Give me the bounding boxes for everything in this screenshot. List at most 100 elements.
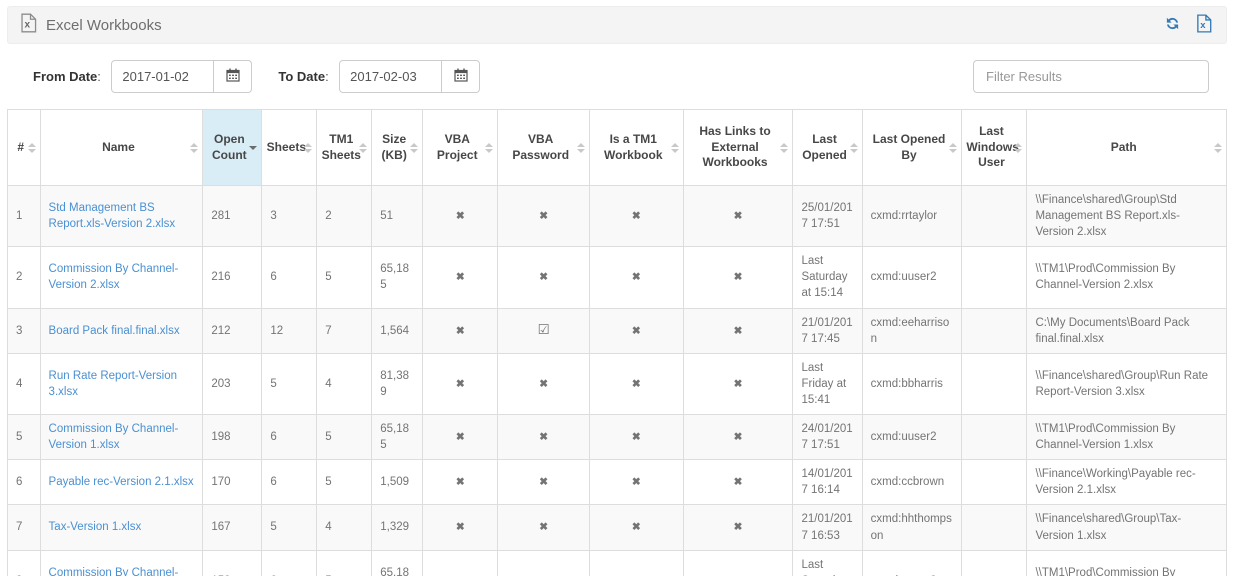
col-header-sheets[interactable]: Sheets	[262, 110, 317, 186]
cell-is_tm1_workbook: ✖	[589, 505, 683, 550]
col-header-open_count[interactable]: Open Count	[203, 110, 262, 186]
col-label-sheets: Sheets	[267, 140, 306, 154]
cell-num: 5	[8, 415, 41, 460]
cell-last_windows_user	[962, 353, 1027, 414]
cell-sheets: 12	[262, 308, 317, 353]
col-header-path[interactable]: Path	[1027, 110, 1227, 186]
col-label-name: Name	[102, 140, 135, 154]
x-mark-icon: ✖	[456, 325, 465, 337]
to-date-input[interactable]	[339, 60, 442, 93]
from-date-label: From Date:	[33, 69, 101, 84]
sort-icon-has_links	[780, 143, 788, 153]
sort-icon-last_windows_user	[1014, 143, 1022, 153]
cell-size_kb: 1,509	[372, 460, 423, 505]
sort-icon-size_kb	[410, 143, 418, 153]
col-label-num: #	[17, 140, 24, 154]
col-header-last_opened[interactable]: Last Opened	[793, 110, 862, 186]
sort-caret-down-icon	[850, 149, 858, 153]
cell-has_links: ✖	[683, 308, 793, 353]
cell-last_opened: 24/01/2017 17:51	[793, 415, 862, 460]
export-excel-button[interactable]: x	[1194, 12, 1214, 38]
from-date-input[interactable]	[111, 60, 214, 93]
sort-caret-up-icon	[1014, 143, 1022, 147]
table-body: 1Std Management BS Report.xls-Version 2.…	[8, 186, 1227, 576]
table-row: 2Commission By Channel-Version 2.xlsx216…	[8, 247, 1227, 308]
excel-file-icon: x	[20, 13, 37, 38]
workbook-link[interactable]: Tax-Version 1.xlsx	[49, 521, 142, 533]
workbook-link[interactable]: Payable rec-Version 2.1.xlsx	[49, 476, 194, 488]
heading-actions: x	[1163, 12, 1214, 38]
col-header-is_tm1_workbook[interactable]: Is a TM1 Workbook	[589, 110, 683, 186]
cell-last_opened_by: cxmd:ccbrown	[862, 460, 962, 505]
cell-tm1_sheets: 5	[317, 247, 372, 308]
col-header-last_opened_by[interactable]: Last Opened By	[862, 110, 962, 186]
cell-name: Commission By Channel-Version 2.xlsx	[40, 247, 203, 308]
x-mark-icon: ✖	[456, 521, 465, 533]
cell-size_kb: 65,185	[372, 415, 423, 460]
filter-bar: From Date:	[33, 60, 1217, 93]
workbook-link[interactable]: Commission By Channel-Version 1.xlsx	[49, 423, 179, 451]
cell-is_tm1_workbook: ✖	[589, 186, 683, 247]
sort-caret-down-icon	[1214, 149, 1222, 153]
panel-heading: x Excel Workbooks x	[7, 6, 1227, 44]
workbook-link[interactable]: Run Rate Report-Version 3.xlsx	[49, 370, 177, 398]
cell-num: 7	[8, 505, 41, 550]
x-mark-icon: ✖	[734, 210, 743, 222]
cell-last_opened_by: cxmd:rrtaylor	[862, 186, 962, 247]
cell-open_count: 198	[203, 415, 262, 460]
cell-open_count: 212	[203, 308, 262, 353]
workbook-link[interactable]: Commission By Channel-Version 2.1.xlsx	[49, 567, 179, 576]
to-date-calendar-button[interactable]	[442, 60, 480, 93]
filter-results-input[interactable]	[973, 60, 1209, 93]
col-header-tm1_sheets[interactable]: TM1 Sheets	[317, 110, 372, 186]
x-mark-icon: ✖	[539, 431, 548, 443]
cell-tm1_sheets: 5	[317, 415, 372, 460]
sort-icon-sheets	[304, 143, 312, 153]
from-date-group: From Date:	[33, 60, 252, 93]
col-header-vba_project[interactable]: VBA Project	[423, 110, 498, 186]
sort-caret-up-icon	[304, 143, 312, 147]
col-header-has_links[interactable]: Has Links to External Workbooks	[683, 110, 793, 186]
cell-last_windows_user	[962, 186, 1027, 247]
refresh-button[interactable]	[1163, 14, 1182, 36]
col-header-vba_password[interactable]: VBA Password	[498, 110, 590, 186]
cell-has_links: ✖	[683, 247, 793, 308]
sort-caret-up-icon	[850, 143, 858, 147]
x-mark-icon: ✖	[632, 521, 641, 533]
cell-last_opened_by: cxmd:bbharris	[862, 353, 962, 414]
col-label-vba_project: VBA Project	[437, 132, 478, 162]
col-header-name[interactable]: Name	[40, 110, 203, 186]
cell-num: 2	[8, 247, 41, 308]
sort-caret-up-icon	[190, 143, 198, 147]
col-label-last_windows_user: Last Windows User	[966, 124, 1019, 169]
workbook-link[interactable]: Commission By Channel-Version 2.xlsx	[49, 263, 179, 291]
cell-last_opened_by: cxmd:hhthompson	[862, 505, 962, 550]
workbook-link[interactable]: Std Management BS Report.xls-Version 2.x…	[49, 202, 176, 230]
cell-has_links: ✖	[683, 460, 793, 505]
cell-num: 4	[8, 353, 41, 414]
to-date-group: To Date:	[278, 60, 480, 93]
table-row: 4Run Rate Report-Version 3.xlsx2035481,3…	[8, 353, 1227, 414]
table-head: # Name Open Count Sheets TM1 Sheets Size (KB)…	[8, 110, 1227, 186]
col-label-tm1_sheets: TM1 Sheets	[322, 132, 361, 162]
x-mark-icon: ✖	[539, 210, 548, 222]
from-date-calendar-button[interactable]	[214, 60, 252, 93]
col-header-size_kb[interactable]: Size (KB)	[372, 110, 423, 186]
sort-icon-last_opened	[850, 143, 858, 153]
sort-caret-down-icon	[949, 149, 957, 153]
col-label-has_links: Has Links to External Workbooks	[699, 124, 770, 169]
cell-vba_project: ✖	[423, 505, 498, 550]
sort-caret-down-icon	[28, 149, 36, 153]
cell-size_kb: 1,329	[372, 505, 423, 550]
workbooks-table: # Name Open Count Sheets TM1 Sheets Size (KB)…	[7, 109, 1227, 576]
header-row: # Name Open Count Sheets TM1 Sheets Size (KB)…	[8, 110, 1227, 186]
x-mark-icon: ✖	[456, 378, 465, 390]
cell-tm1_sheets: 2	[317, 186, 372, 247]
col-header-num[interactable]: #	[8, 110, 41, 186]
x-mark-icon: ✖	[734, 476, 743, 488]
cell-sheets: 5	[262, 505, 317, 550]
cell-name: Std Management BS Report.xls-Version 2.x…	[40, 186, 203, 247]
col-header-last_windows_user[interactable]: Last Windows User	[962, 110, 1027, 186]
table-row: 8Commission By Channel-Version 2.1.xlsx1…	[8, 550, 1227, 576]
workbook-link[interactable]: Board Pack final.final.xlsx	[49, 325, 180, 337]
